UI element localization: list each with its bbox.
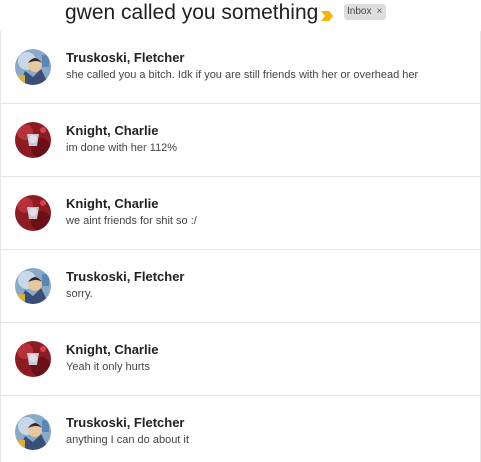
- message-snippet: she called you a bitch. Idk if you are s…: [66, 69, 419, 81]
- thread-subject: gwen called you something: [65, 1, 319, 24]
- message-item[interactable]: Knight, Charlie Yeah it only hurts: [0, 323, 481, 396]
- message-item[interactable]: Knight, Charlie we aint friends for shit…: [0, 177, 481, 250]
- message-item[interactable]: Truskoski, Fletcher anything I can do ab…: [0, 396, 481, 462]
- message-snippet: im done with her 112%: [66, 142, 178, 154]
- sender-name: Truskoski, Fletcher: [66, 50, 185, 65]
- email-thread-view: gwen called you something Inbox × Trusko…: [0, 0, 481, 462]
- avatar-fletcher[interactable]: [15, 268, 51, 304]
- avatar-charlie[interactable]: [15, 341, 51, 377]
- message-snippet: Yeah it only hurts: [66, 361, 150, 373]
- remove-label-icon[interactable]: ×: [376, 4, 382, 20]
- message-item[interactable]: Knight, Charlie im done with her 112%: [0, 104, 481, 177]
- message-item[interactable]: Truskoski, Fletcher sorry.: [0, 250, 481, 323]
- importance-marker-icon[interactable]: [321, 8, 333, 21]
- sender-name: Truskoski, Fletcher: [66, 269, 185, 284]
- message-item[interactable]: Truskoski, Fletcher she called you a bit…: [0, 31, 481, 104]
- inbox-label-chip[interactable]: Inbox ×: [344, 4, 387, 20]
- sender-name: Truskoski, Fletcher: [66, 415, 185, 430]
- message-snippet: we aint friends for shit so :/: [66, 215, 197, 227]
- sender-name: Knight, Charlie: [66, 123, 159, 138]
- avatar-fletcher[interactable]: [15, 49, 51, 85]
- avatar-charlie[interactable]: [15, 122, 51, 158]
- sender-name: Knight, Charlie: [66, 196, 159, 211]
- message-snippet: anything I can do about it: [66, 434, 189, 446]
- avatar-charlie[interactable]: [15, 195, 51, 231]
- message-list: Truskoski, Fletcher she called you a bit…: [0, 31, 481, 462]
- sender-name: Knight, Charlie: [66, 342, 159, 357]
- message-snippet: sorry.: [66, 288, 93, 300]
- label-text: Inbox: [347, 6, 372, 17]
- thread-header: gwen called you something Inbox ×: [0, 0, 481, 30]
- avatar-fletcher[interactable]: [15, 414, 51, 450]
